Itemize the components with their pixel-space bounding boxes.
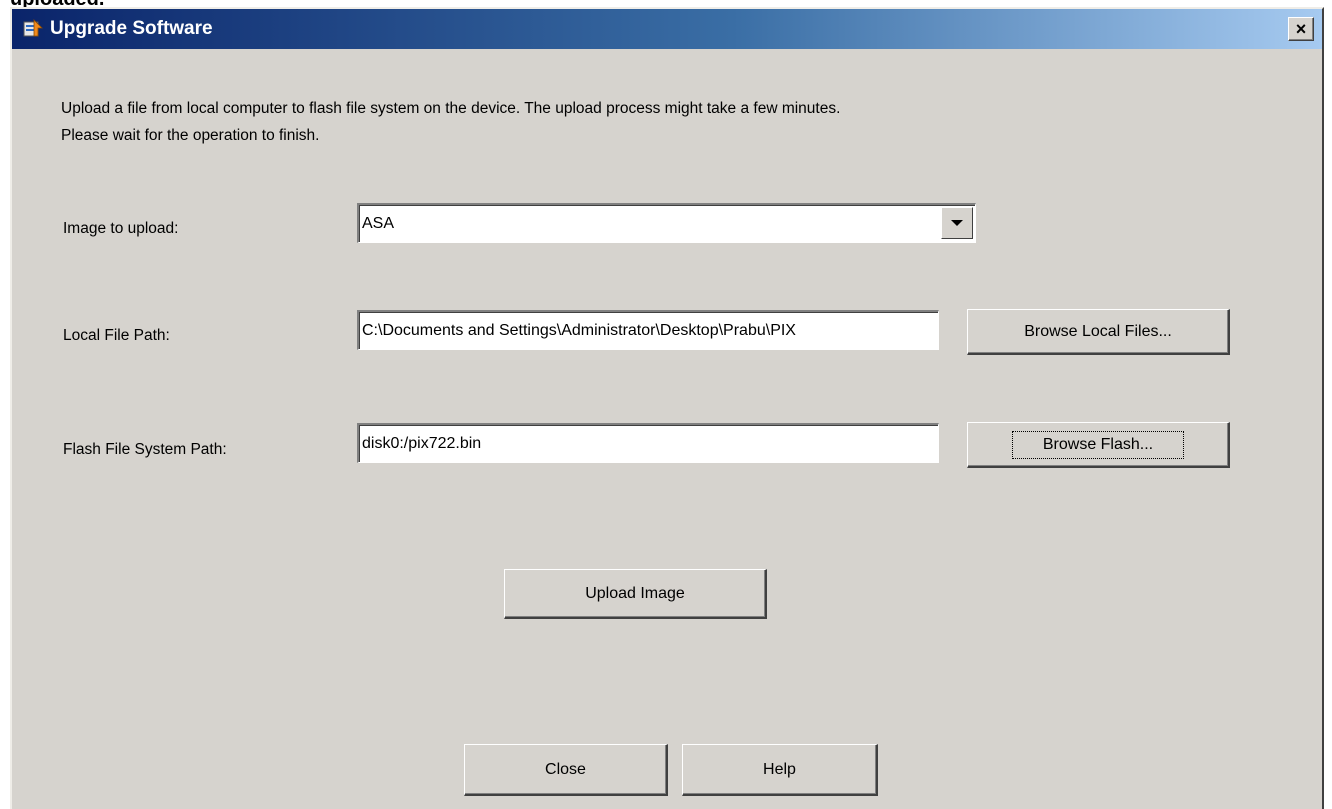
- browse-local-files-label: Browse Local Files...: [1024, 322, 1172, 340]
- description-line-1: Upload a file from local computer to fla…: [61, 100, 841, 117]
- local-file-path-value: C:\Documents and Settings\Administrator\…: [362, 321, 796, 339]
- upload-image-label: Upload Image: [585, 584, 685, 602]
- image-to-upload-label: Image to upload:: [63, 220, 179, 237]
- image-to-upload-value: ASA: [362, 214, 395, 232]
- upgrade-software-icon: [22, 18, 44, 40]
- flash-file-system-path-input[interactable]: disk0:/pix722.bin: [357, 423, 939, 463]
- description-line-2: Please wait for the operation to finish.: [61, 127, 320, 144]
- dropdown-button[interactable]: [941, 207, 973, 239]
- local-file-path-label: Local File Path:: [63, 327, 170, 344]
- description: Upload a file from local computer to fla…: [61, 95, 1261, 149]
- browse-local-files-button[interactable]: Browse Local Files...: [967, 309, 1230, 355]
- upload-image-button[interactable]: Upload Image: [504, 569, 767, 619]
- browse-flash-label: Browse Flash...: [1011, 430, 1185, 459]
- local-file-path-input[interactable]: C:\Documents and Settings\Administrator\…: [357, 310, 939, 350]
- window-title: Upgrade Software: [50, 18, 213, 39]
- help-button[interactable]: Help: [682, 744, 878, 796]
- close-window-button[interactable]: ×: [1288, 17, 1314, 41]
- help-button-label: Help: [763, 760, 796, 778]
- image-to-upload-select[interactable]: ASA: [357, 203, 976, 243]
- flash-file-system-path-value: disk0:/pix722.bin: [362, 434, 482, 452]
- flash-file-system-path-label: Flash File System Path:: [63, 441, 227, 458]
- close-button-label: Close: [545, 760, 586, 778]
- close-button[interactable]: Close: [464, 744, 668, 796]
- title-bar[interactable]: Upgrade Software ×: [12, 9, 1322, 49]
- close-icon: ×: [1295, 19, 1307, 39]
- chevron-down-icon: [951, 220, 963, 226]
- upgrade-software-dialog: Upgrade Software × Upload a file from lo…: [10, 7, 1324, 809]
- browse-flash-button[interactable]: Browse Flash...: [967, 422, 1230, 468]
